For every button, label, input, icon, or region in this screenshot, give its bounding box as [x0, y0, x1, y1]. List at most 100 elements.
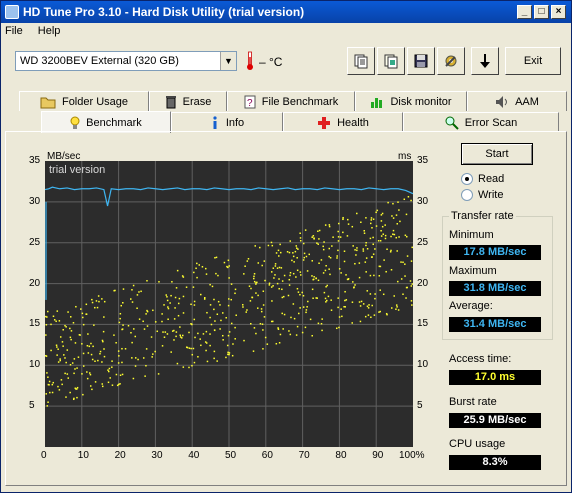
- tab-benchmark[interactable]: Benchmark: [41, 111, 171, 133]
- access-point: [211, 285, 214, 288]
- access-point: [274, 265, 277, 267]
- access-point: [303, 252, 306, 255]
- access-point: [57, 361, 60, 363]
- access-point: [323, 241, 325, 243]
- access-point: [411, 246, 413, 249]
- minimize-button[interactable]: _: [517, 5, 532, 19]
- tab-health[interactable]: Health: [283, 112, 403, 132]
- access-point: [340, 308, 342, 310]
- access-point: [364, 315, 367, 318]
- arrow-down-icon: [480, 54, 490, 68]
- access-point: [76, 396, 78, 399]
- access-point: [175, 335, 177, 338]
- menu-help[interactable]: Help: [38, 25, 61, 37]
- access-point: [311, 275, 313, 277]
- drive-select[interactable]: WD 3200BEV External (320 GB) ▼: [15, 51, 237, 71]
- access-point: [89, 385, 92, 387]
- access-point: [305, 309, 308, 311]
- access-point: [252, 350, 255, 352]
- access-point: [398, 209, 400, 211]
- start-button[interactable]: Start: [461, 143, 533, 165]
- access-point: [371, 304, 373, 307]
- access-point: [96, 306, 99, 309]
- y-tick-right: 25: [417, 236, 429, 248]
- access-point: [103, 355, 106, 358]
- access-point: [78, 334, 81, 336]
- write-radio[interactable]: [461, 189, 473, 201]
- access-point: [406, 286, 408, 289]
- access-point: [381, 225, 384, 228]
- access-point: [266, 343, 269, 345]
- access-point: [115, 342, 117, 344]
- access-point: [215, 256, 218, 259]
- access-point: [320, 259, 323, 261]
- exit-button[interactable]: Exit: [505, 47, 561, 75]
- tab-folder-usage[interactable]: Folder Usage: [19, 91, 149, 111]
- copy-screenshot-button[interactable]: [377, 47, 405, 75]
- tab-erase[interactable]: Erase: [149, 91, 227, 111]
- y-tick-left: 30: [29, 195, 41, 207]
- access-point: [293, 317, 296, 320]
- access-point: [369, 237, 372, 240]
- access-point: [264, 336, 267, 339]
- access-point: [94, 381, 97, 383]
- access-point: [97, 295, 100, 297]
- tab-label: Health: [337, 116, 369, 129]
- access-point: [228, 331, 231, 333]
- close-button[interactable]: ×: [551, 5, 566, 19]
- access-point: [281, 280, 284, 282]
- access-point: [115, 373, 118, 376]
- tab-disk-monitor[interactable]: Disk monitor: [355, 91, 467, 111]
- access-point: [304, 326, 307, 329]
- access-point: [276, 282, 279, 285]
- tab-error-scan[interactable]: Error Scan: [403, 112, 559, 132]
- access-point: [374, 293, 376, 295]
- access-point: [57, 348, 59, 350]
- x-tick: 10: [77, 450, 89, 461]
- save-button[interactable]: [407, 47, 435, 75]
- access-point: [254, 245, 256, 247]
- tab-aam[interactable]: AAM: [467, 91, 567, 111]
- access-point: [66, 373, 69, 375]
- title-bar[interactable]: HD Tune Pro 3.10 - Hard Disk Utility (tr…: [1, 1, 571, 23]
- read-radio[interactable]: [461, 173, 473, 185]
- maximum-label: Maximum: [449, 265, 497, 277]
- access-point: [121, 328, 123, 331]
- access-point: [130, 298, 132, 300]
- access-point: [283, 313, 286, 316]
- access-point: [146, 310, 149, 313]
- access-point: [52, 315, 55, 318]
- chevron-down-icon[interactable]: ▼: [220, 52, 236, 70]
- access-point: [337, 249, 339, 252]
- access-point: [76, 367, 78, 369]
- access-point: [243, 339, 245, 342]
- access-point: [365, 217, 367, 219]
- access-point: [273, 277, 275, 279]
- access-point: [225, 316, 227, 319]
- access-point: [255, 283, 257, 285]
- access-point: [369, 293, 372, 295]
- access-point: [231, 354, 234, 357]
- access-point: [272, 267, 275, 269]
- access-point: [56, 346, 58, 348]
- access-point: [95, 300, 98, 302]
- maximize-button[interactable]: □: [534, 5, 549, 19]
- download-button[interactable]: [471, 47, 499, 75]
- tab-file-benchmark[interactable]: ? File Benchmark: [227, 91, 355, 111]
- tab-info[interactable]: Info: [171, 112, 283, 132]
- access-point: [130, 331, 132, 334]
- access-point: [342, 216, 344, 219]
- access-point: [281, 296, 284, 299]
- access-point: [397, 280, 399, 283]
- info-icon: [213, 115, 217, 129]
- access-point: [335, 327, 338, 330]
- folder-icon: [40, 97, 56, 108]
- access-point: [91, 301, 94, 304]
- menu-file[interactable]: File: [5, 25, 23, 37]
- options-button[interactable]: [437, 47, 465, 75]
- copy-info-button[interactable]: [347, 47, 375, 75]
- access-point: [262, 290, 265, 292]
- access-point: [137, 358, 139, 361]
- access-point: [131, 341, 133, 344]
- access-point: [80, 308, 82, 310]
